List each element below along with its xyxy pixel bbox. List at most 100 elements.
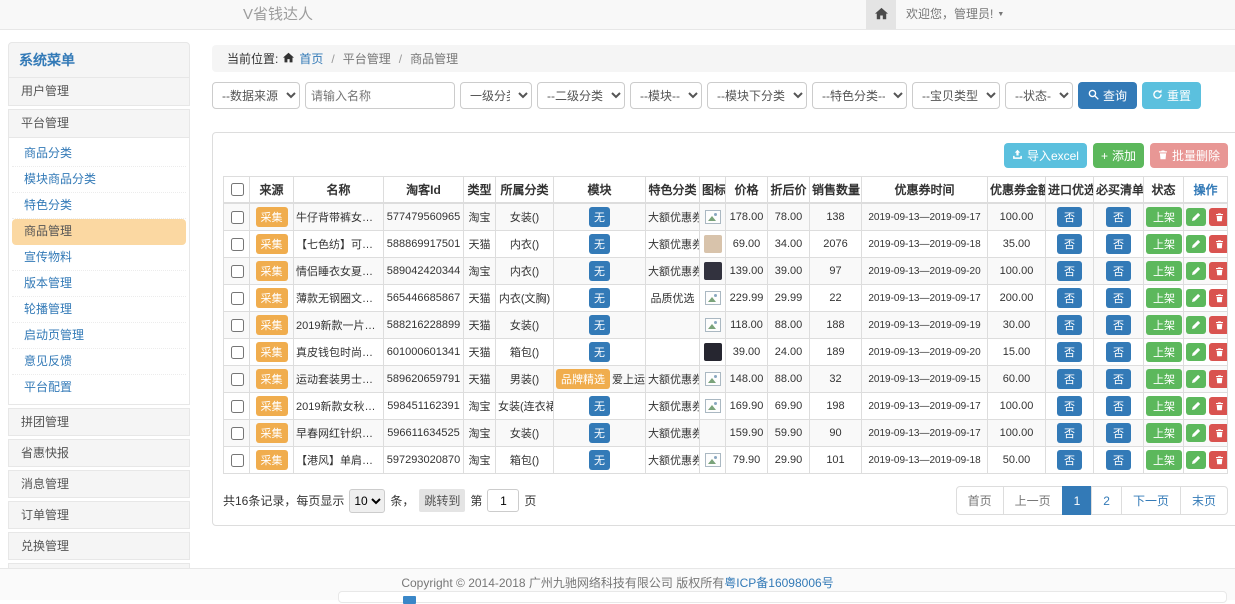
sidebar-subitem[interactable]: 商品分类 [12,141,186,167]
edit-button[interactable] [1186,208,1206,226]
sidebar-subitem[interactable]: 宣传物料 [12,245,186,271]
icp-link[interactable]: 粤ICP备16098006号 [724,576,833,590]
status-button[interactable]: 上架 [1146,423,1182,443]
filter-module-sub-select[interactable]: --模块下分类-- [707,82,807,109]
status-button[interactable]: 上架 [1146,315,1182,335]
search-button[interactable]: 查询 [1078,82,1137,109]
sidebar-item-user-management[interactable]: 用户管理 [8,78,190,106]
import-excel-button[interactable]: 导入excel [1004,143,1087,168]
status-button[interactable]: 上架 [1146,450,1182,470]
sidebar-subitem[interactable]: 轮播管理 [12,297,186,323]
must-buy-toggle[interactable]: 否 [1106,207,1131,227]
sidebar-subitem[interactable]: 启动页管理 [12,323,186,349]
page-button[interactable]: 下一页 [1121,486,1181,515]
delete-button[interactable] [1209,235,1228,253]
edit-button[interactable] [1186,316,1206,334]
delete-button[interactable] [1209,343,1228,361]
filter-category1-select[interactable]: 一级分类 [460,82,532,109]
page-button[interactable]: 2 [1091,486,1122,515]
edit-button[interactable] [1186,235,1206,253]
filter-source-select[interactable]: --数据来源-- [212,82,300,109]
row-checkbox[interactable] [231,265,244,278]
sidebar-item[interactable]: 兑换管理 [8,532,190,560]
sidebar-subitem[interactable]: 模块商品分类 [12,167,186,193]
filter-module-select[interactable]: --模块-- [630,82,702,109]
page-button[interactable]: 1 [1062,486,1093,515]
row-checkbox[interactable] [231,454,244,467]
delete-button[interactable] [1209,289,1228,307]
row-checkbox[interactable] [231,211,244,224]
must-buy-toggle[interactable]: 否 [1106,234,1131,254]
status-button[interactable]: 上架 [1146,396,1182,416]
page-button[interactable]: 末页 [1180,486,1228,515]
sidebar-item-platform-management[interactable]: 平台管理 [8,110,190,138]
delete-button[interactable] [1209,424,1228,442]
must-buy-toggle[interactable]: 否 [1106,369,1131,389]
status-button[interactable]: 上架 [1146,207,1182,227]
user-menu[interactable]: 欢迎您，管理员!▼ [906,0,1004,29]
edit-button[interactable] [1186,424,1206,442]
filter-feature-select[interactable]: --特色分类-- [812,82,907,109]
per-page-select[interactable]: 10 [349,489,385,513]
must-buy-toggle[interactable]: 否 [1106,261,1131,281]
jump-to-button[interactable]: 跳转到 [419,489,465,512]
delete-button[interactable] [1209,451,1228,469]
status-button[interactable]: 上架 [1146,288,1182,308]
row-checkbox[interactable] [231,292,244,305]
import-select-toggle[interactable]: 否 [1057,288,1082,308]
sidebar-item[interactable]: 拼团管理 [8,408,190,436]
edit-button[interactable] [1186,451,1206,469]
row-checkbox[interactable] [231,238,244,251]
row-checkbox[interactable] [231,427,244,440]
import-select-toggle[interactable]: 否 [1057,450,1082,470]
delete-button[interactable] [1209,397,1228,415]
sidebar-subitem[interactable]: 商品管理 [12,219,186,245]
status-button[interactable]: 上架 [1146,261,1182,281]
sidebar-subitem[interactable]: 意见反馈 [12,349,186,375]
page-button[interactable]: 首页 [956,486,1004,515]
row-checkbox[interactable] [231,400,244,413]
filter-item-type-select[interactable]: --宝贝类型-- [912,82,1000,109]
row-checkbox[interactable] [231,373,244,386]
status-button[interactable]: 上架 [1146,234,1182,254]
sidebar-item[interactable]: 消息管理 [8,470,190,498]
home-button[interactable] [866,0,896,29]
edit-button[interactable] [1186,370,1206,388]
status-button[interactable]: 上架 [1146,369,1182,389]
import-select-toggle[interactable]: 否 [1057,315,1082,335]
select-all-checkbox[interactable] [231,183,244,196]
delete-button[interactable] [1209,370,1228,388]
breadcrumb-home-link[interactable]: 首页 [299,50,323,67]
edit-button[interactable] [1186,262,1206,280]
import-select-toggle[interactable]: 否 [1057,342,1082,362]
page-jump-input[interactable] [487,489,519,512]
page-button[interactable]: 上一页 [1003,486,1063,515]
status-button[interactable]: 上架 [1146,342,1182,362]
add-button[interactable]: + 添加 [1093,143,1144,168]
must-buy-toggle[interactable]: 否 [1106,450,1131,470]
import-select-toggle[interactable]: 否 [1057,234,1082,254]
batch-delete-button[interactable]: 批量删除 [1150,143,1228,168]
must-buy-toggle[interactable]: 否 [1106,342,1131,362]
edit-button[interactable] [1186,397,1206,415]
import-select-toggle[interactable]: 否 [1057,369,1082,389]
filter-status-select[interactable]: --状态-- [1005,82,1073,109]
import-select-toggle[interactable]: 否 [1057,423,1082,443]
edit-button[interactable] [1186,289,1206,307]
sidebar-item[interactable]: 订单管理 [8,501,190,529]
must-buy-toggle[interactable]: 否 [1106,396,1131,416]
must-buy-toggle[interactable]: 否 [1106,423,1131,443]
sidebar-item[interactable]: 省惠快报 [8,439,190,467]
delete-button[interactable] [1209,262,1228,280]
row-checkbox[interactable] [231,319,244,332]
import-select-toggle[interactable]: 否 [1057,261,1082,281]
must-buy-toggle[interactable]: 否 [1106,315,1131,335]
name-search-input[interactable] [305,82,455,109]
reset-button[interactable]: 重置 [1142,82,1201,109]
import-select-toggle[interactable]: 否 [1057,207,1082,227]
edit-button[interactable] [1186,343,1206,361]
row-checkbox[interactable] [231,346,244,359]
sidebar-subitem[interactable]: 特色分类 [12,193,186,219]
delete-button[interactable] [1209,208,1228,226]
sidebar-subitem[interactable]: 版本管理 [12,271,186,297]
